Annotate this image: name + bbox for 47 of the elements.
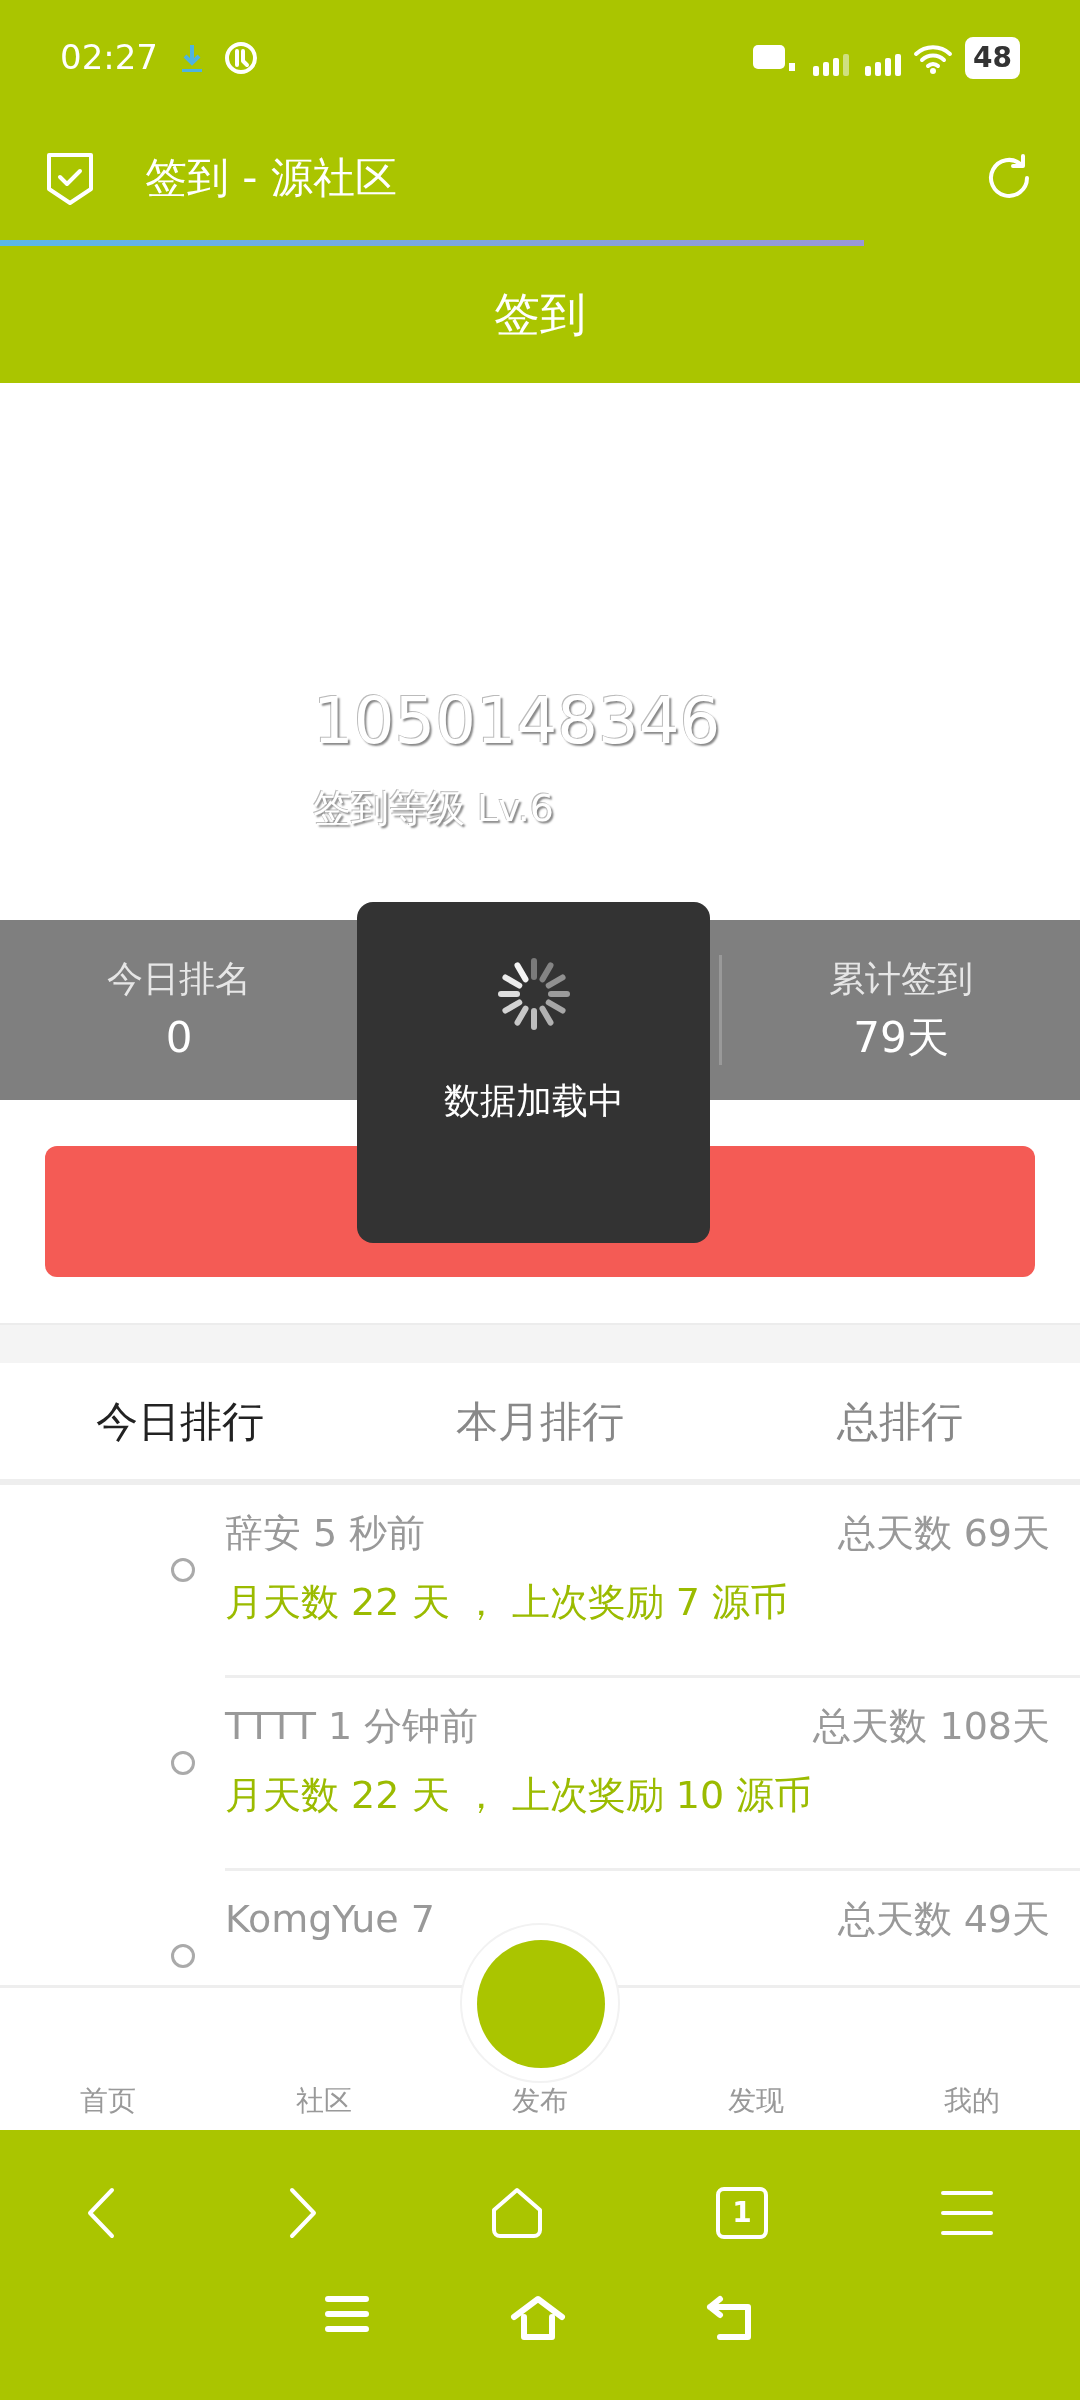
recent-apps-button[interactable] <box>324 2295 370 2333</box>
chevron-right-icon <box>288 2185 318 2240</box>
header-title: 签到 <box>494 286 586 343</box>
chevron-left-icon <box>86 2185 116 2240</box>
user-sign-time: 辞安 5 秒前 <box>225 1510 426 1557</box>
user-sign-time: TTTT 1 分钟前 <box>225 1703 479 1750</box>
download-icon <box>180 42 204 73</box>
home-button[interactable] <box>490 2185 544 2240</box>
home-button[interactable] <box>510 2295 566 2341</box>
sign-detail: 月天数 22 天 ， 上次奖励 10 源币 <box>225 1773 813 1817</box>
nav-item[interactable]: 我的 <box>940 2084 1004 2118</box>
total-days: 总天数 49天 <box>837 1891 1050 1948</box>
ranking-tab[interactable]: 本月排行 <box>360 1363 720 1479</box>
page-title: 签到 - 源社区 <box>145 152 397 204</box>
total-days: 总天数 108天 <box>813 1698 1050 1755</box>
sign-level: 签到等级 Lv.6 <box>313 785 555 830</box>
nav-item[interactable]: 社区 <box>292 2084 356 2118</box>
menu-button[interactable] <box>940 2188 994 2237</box>
stat-value: 79天 <box>853 1012 949 1062</box>
stat-value: 0 <box>165 1012 193 1062</box>
menu-icon <box>940 2188 994 2237</box>
nav-item[interactable]: 首页 <box>76 2084 140 2118</box>
total-days: 总天数 69天 <box>837 1505 1050 1562</box>
loading-text: 数据加载中 <box>443 1079 624 1123</box>
forward-button[interactable] <box>288 2185 318 2240</box>
back-button[interactable] <box>86 2185 116 2240</box>
stat-label: 今日排名 <box>107 957 251 999</box>
user-id: 1050148346 <box>313 683 722 760</box>
timeline-dot <box>171 1558 195 1582</box>
signal-icon <box>865 53 902 76</box>
sign-detail: 月天数 22 天 ， 上次奖励 7 源币 <box>225 1580 788 1624</box>
tabs-button[interactable]: 1 <box>716 2186 768 2239</box>
menu-icon <box>324 2295 370 2333</box>
timeline-dot <box>171 1751 195 1775</box>
ranking-tab[interactable]: 今日排行 <box>0 1363 360 1479</box>
app-notification-icon <box>224 40 258 75</box>
battery-indicator: 48 <box>965 36 1020 79</box>
home-icon <box>510 2295 566 2341</box>
timeline-dot <box>171 1944 195 1968</box>
ranking-tab[interactable]: 总排行 <box>720 1363 1080 1479</box>
status-time: 02:27 <box>60 36 158 79</box>
nav-item[interactable]: 发现 <box>724 2084 788 2118</box>
stat-label: 累计签到 <box>829 957 973 999</box>
nav-item[interactable]: 发布 <box>508 2084 572 2118</box>
signal-icon <box>813 53 850 76</box>
user-sign-time: KomgYue 7 <box>225 1896 435 1943</box>
home-icon <box>490 2185 544 2240</box>
